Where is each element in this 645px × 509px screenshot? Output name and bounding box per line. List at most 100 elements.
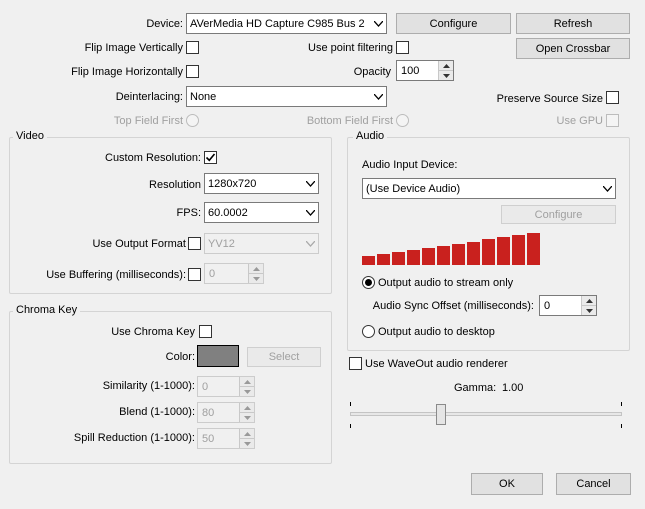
audio-configure-button[interactable]: Configure <box>501 205 616 224</box>
spin-down-icon[interactable] <box>249 274 263 283</box>
use-buffering-label: Use Buffering (milliseconds): <box>46 269 186 281</box>
deinterlacing-value: None <box>190 90 217 103</box>
similarity-value: 0 <box>202 380 209 393</box>
top-field-first-label: Top Field First <box>113 115 183 127</box>
spill-reduction-value: 50 <box>202 432 215 445</box>
slider-tick <box>621 402 622 406</box>
audio-input-device-label: Audio Input Device: <box>362 159 458 171</box>
gamma-slider-track[interactable] <box>350 412 622 416</box>
meter-bar <box>362 256 375 265</box>
chevron-down-icon <box>599 185 615 192</box>
custom-resolution-label: Custom Resolution: <box>105 152 201 164</box>
opacity-value: 100 <box>401 64 420 77</box>
top-field-first-radio[interactable] <box>186 114 199 127</box>
output-format-value: YV12 <box>208 237 235 250</box>
device-select[interactable]: AVerMedia HD Capture C985 Bus 2 <box>186 13 387 34</box>
output-to-desktop-radio[interactable] <box>362 325 375 338</box>
device-value: AVerMedia HD Capture C985 Bus 2 <box>190 17 365 30</box>
waveout-label: Use WaveOut audio renderer <box>365 358 508 370</box>
slider-tick <box>350 402 351 406</box>
flip-horizontal-label: Flip Image Horizontally <box>71 66 183 78</box>
audio-sync-offset-label: Audio Sync Offset (milliseconds): <box>372 300 534 312</box>
spin-up-icon[interactable] <box>240 403 254 413</box>
checkmark-icon <box>205 153 216 162</box>
gamma-slider-thumb[interactable] <box>436 404 446 425</box>
spin-up-icon[interactable] <box>240 429 254 439</box>
spill-reduction-spinner[interactable]: 50 <box>197 428 255 449</box>
blend-spinner[interactable]: 80 <box>197 402 255 423</box>
radio-selected-dot <box>365 279 372 286</box>
use-gpu-checkbox[interactable] <box>606 114 619 127</box>
spill-reduction-label: Spill Reduction (1-1000): <box>73 432 195 444</box>
similarity-spinner[interactable]: 0 <box>197 376 255 397</box>
resolution-select[interactable]: 1280x720 <box>204 173 319 194</box>
meter-bar <box>452 244 465 265</box>
bottom-field-first-radio[interactable] <box>396 114 409 127</box>
meter-bar <box>392 252 405 265</box>
use-output-format-label: Use Output Format <box>92 238 186 250</box>
flip-vertical-checkbox[interactable] <box>186 41 199 54</box>
chevron-down-icon <box>302 240 318 247</box>
spin-up-icon[interactable] <box>240 377 254 387</box>
flip-vertical-label: Flip Image Vertically <box>84 42 183 54</box>
spin-up-icon[interactable] <box>582 296 596 306</box>
audio-sync-offset-spinner[interactable]: 0 <box>539 295 597 316</box>
use-chroma-key-checkbox[interactable] <box>199 325 212 338</box>
video-group-title: Video <box>13 130 47 143</box>
device-label: Device: <box>146 18 183 30</box>
color-swatch[interactable] <box>197 345 239 367</box>
use-buffering-checkbox[interactable] <box>188 268 201 281</box>
ok-button[interactable]: OK <box>471 473 543 495</box>
cancel-button[interactable]: Cancel <box>556 473 631 495</box>
point-filtering-checkbox[interactable] <box>396 41 409 54</box>
gamma-slider[interactable] <box>350 402 622 428</box>
waveout-checkbox[interactable] <box>349 357 362 370</box>
resolution-label: Resolution <box>149 179 201 191</box>
output-to-stream-label: Output audio to stream only <box>378 277 514 289</box>
preserve-source-size-label: Preserve Source Size <box>496 93 603 105</box>
spin-down-icon[interactable] <box>240 413 254 422</box>
meter-bar <box>512 235 525 265</box>
open-crossbar-button[interactable]: Open Crossbar <box>516 38 630 59</box>
custom-resolution-checkbox[interactable] <box>204 151 217 164</box>
output-to-stream-radio[interactable] <box>362 276 375 289</box>
opacity-label: Opacity <box>353 66 391 78</box>
spin-down-icon[interactable] <box>240 439 254 448</box>
spin-down-icon[interactable] <box>240 387 254 396</box>
opacity-spinner[interactable]: 100 <box>396 60 454 81</box>
fps-label: FPS: <box>176 207 201 219</box>
spin-up-icon[interactable] <box>249 264 263 274</box>
output-format-select[interactable]: YV12 <box>204 233 319 254</box>
meter-bar <box>437 246 450 265</box>
use-chroma-key-label: Use Chroma Key <box>111 326 195 338</box>
audio-level-meter <box>362 233 542 265</box>
point-filtering-label: Use point filtering <box>308 42 393 54</box>
meter-bar <box>377 254 390 265</box>
use-output-format-checkbox[interactable] <box>188 237 201 250</box>
fps-value: 60.0002 <box>208 206 248 219</box>
chevron-down-icon <box>302 209 318 216</box>
spin-down-icon[interactable] <box>582 306 596 315</box>
device-configure-button[interactable]: Configure <box>396 13 511 34</box>
audio-input-device-value: (Use Device Audio) <box>366 182 461 195</box>
chevron-down-icon <box>370 93 386 100</box>
preserve-source-size-checkbox[interactable] <box>606 91 619 104</box>
buffering-spinner[interactable]: 0 <box>204 263 264 284</box>
gamma-label: Gamma: <box>454 382 497 394</box>
meter-bar <box>527 233 540 265</box>
fps-select[interactable]: 60.0002 <box>204 202 319 223</box>
spin-up-icon[interactable] <box>439 61 453 71</box>
color-label: Color: <box>165 351 195 363</box>
flip-horizontal-checkbox[interactable] <box>186 65 199 78</box>
bottom-field-first-label: Bottom Field First <box>306 115 393 127</box>
refresh-button[interactable]: Refresh <box>516 13 630 34</box>
blend-label: Blend (1-1000): <box>119 406 195 418</box>
deinterlacing-select[interactable]: None <box>186 86 387 107</box>
buffering-value: 0 <box>209 267 216 280</box>
chroma-key-group-title: Chroma Key <box>13 304 81 317</box>
meter-bar <box>482 239 495 265</box>
deinterlacing-label: Deinterlacing: <box>115 91 183 103</box>
color-select-button[interactable]: Select <box>247 347 321 367</box>
spin-down-icon[interactable] <box>439 71 453 80</box>
audio-input-device-select[interactable]: (Use Device Audio) <box>362 178 616 199</box>
